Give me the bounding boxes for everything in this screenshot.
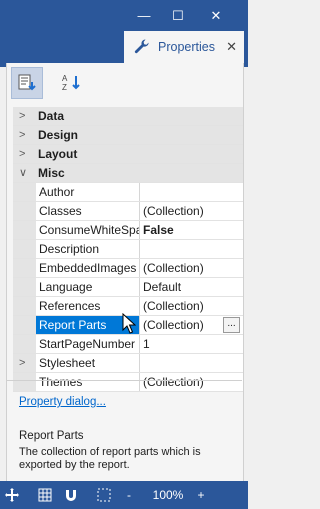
- property-value[interactable]: (Collection): [140, 202, 243, 220]
- category-row[interactable]: > Data: [13, 107, 243, 126]
- grid-icon[interactable]: [38, 487, 52, 503]
- property-value[interactable]: [140, 354, 243, 372]
- svg-text:A: A: [62, 74, 68, 83]
- category-label: Layout: [36, 145, 243, 163]
- description-title: Report Parts: [19, 430, 84, 442]
- property-row[interactable]: Classes (Collection): [13, 202, 243, 221]
- property-name: StartPageNumber: [36, 335, 140, 353]
- property-value[interactable]: Default: [140, 278, 243, 296]
- category-row[interactable]: > Layout: [13, 145, 243, 164]
- properties-toolbar: A Z: [7, 63, 243, 103]
- property-row[interactable]: ConsumeWhiteSpace False: [13, 221, 243, 240]
- property-name: Themes: [36, 373, 140, 391]
- alphabetical-sort-icon: A Z: [62, 74, 80, 92]
- description-text: The collection of report parts which is …: [19, 446, 201, 471]
- category-label: Misc: [36, 164, 243, 182]
- property-value[interactable]: (Collection): [140, 259, 243, 277]
- ellipsis-button[interactable]: ...: [223, 317, 240, 333]
- zoom-out-button[interactable]: -: [122, 487, 136, 503]
- alphabetical-button[interactable]: A Z: [57, 67, 87, 97]
- chevron-down-icon[interactable]: ∨: [19, 164, 27, 182]
- property-dialog-link[interactable]: Property dialog...: [19, 396, 106, 408]
- mouse-pointer-icon: [122, 313, 136, 334]
- move-icon[interactable]: [4, 487, 20, 503]
- close-window-button[interactable]: ✕: [206, 6, 226, 26]
- chevron-right-icon[interactable]: >: [19, 354, 25, 372]
- property-row[interactable]: Author: [13, 183, 243, 202]
- property-value-text: (Collection): [143, 318, 204, 332]
- property-row[interactable]: Description: [13, 240, 243, 259]
- property-name: ConsumeWhiteSpace: [36, 221, 140, 239]
- categorized-button[interactable]: [11, 67, 43, 99]
- property-name: EmbeddedImages: [36, 259, 140, 277]
- chevron-right-icon[interactable]: >: [19, 107, 25, 125]
- close-tab-button[interactable]: ✕: [226, 39, 237, 55]
- divider: [6, 380, 242, 381]
- property-value[interactable]: (Collection): [140, 297, 243, 315]
- property-row[interactable]: Language Default: [13, 278, 243, 297]
- property-name: Author: [36, 183, 140, 201]
- chevron-right-icon[interactable]: >: [19, 145, 25, 163]
- category-row[interactable]: ∨ Misc: [13, 164, 243, 183]
- magnet-icon[interactable]: [64, 487, 78, 503]
- property-grid: > Data > Design > Layout ∨ Misc Author C…: [13, 107, 243, 392]
- property-name: Stylesheet: [36, 354, 140, 372]
- property-value[interactable]: 1: [140, 335, 243, 353]
- svg-text:Z: Z: [62, 83, 67, 92]
- tab-label: Properties: [158, 40, 215, 54]
- maximize-button[interactable]: ☐: [168, 6, 188, 26]
- status-bar: - 100% +: [0, 481, 248, 509]
- chevron-right-icon[interactable]: >: [19, 126, 25, 144]
- title-bar: — ☐ ✕ Properties ✕: [0, 0, 248, 67]
- property-name: Description: [36, 240, 140, 258]
- fit-selection-icon[interactable]: [96, 487, 112, 503]
- minimize-button[interactable]: —: [134, 6, 154, 26]
- category-row[interactable]: > Design: [13, 126, 243, 145]
- property-name: Classes: [36, 202, 140, 220]
- property-row[interactable]: Themes (Collection): [13, 373, 243, 392]
- wrench-icon: [134, 39, 149, 54]
- category-label: Data: [36, 107, 243, 125]
- tab-properties[interactable]: Properties ✕: [124, 31, 244, 63]
- property-value[interactable]: [140, 240, 243, 258]
- property-value[interactable]: [140, 183, 243, 201]
- property-row[interactable]: > Stylesheet: [13, 354, 243, 373]
- property-value[interactable]: (Collection): [140, 373, 243, 391]
- property-row[interactable]: EmbeddedImages (Collection): [13, 259, 243, 278]
- property-value[interactable]: (Collection) ...: [140, 316, 243, 334]
- property-row[interactable]: StartPageNumber 1: [13, 335, 243, 354]
- category-label: Design: [36, 126, 243, 144]
- property-value[interactable]: False: [140, 221, 243, 239]
- property-name: Language: [36, 278, 140, 296]
- categorized-icon: [18, 74, 36, 91]
- zoom-in-button[interactable]: +: [194, 487, 208, 503]
- properties-pane: A Z > Data > Design > Layout ∨ Misc Auth…: [6, 63, 244, 481]
- zoom-level[interactable]: 100%: [146, 487, 190, 503]
